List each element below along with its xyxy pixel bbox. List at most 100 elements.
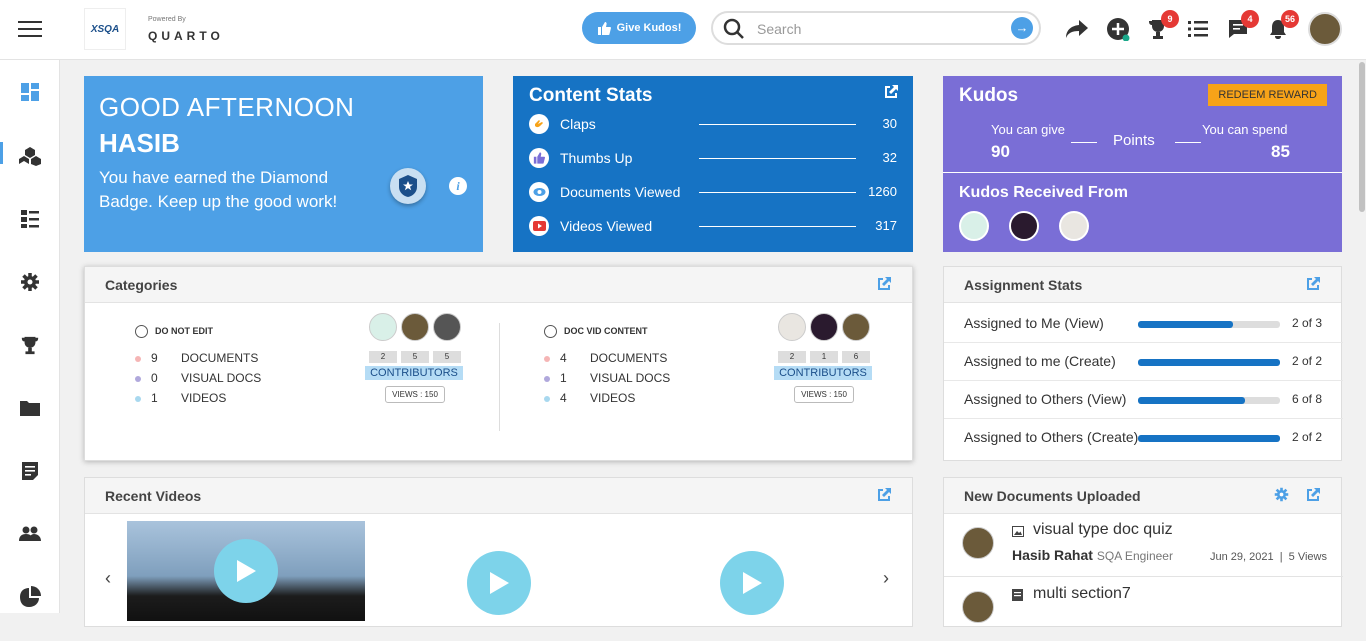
list-icon[interactable]: [18, 207, 42, 231]
gear-icon[interactable]: [18, 270, 42, 294]
trophy-icon[interactable]: [18, 333, 42, 357]
scrollbar-thumb[interactable]: [1359, 62, 1365, 212]
kudos-sender-avatar[interactable]: [1009, 211, 1039, 241]
categories-header: Categories: [85, 267, 912, 303]
search-input[interactable]: [757, 19, 997, 39]
contributor-avatar[interactable]: [778, 313, 806, 341]
assignment-row[interactable]: Assigned to me (Create) 2 of 2: [964, 351, 1324, 371]
recent-videos-card: Recent Videos ‹ ›: [84, 477, 913, 627]
search-submit-button[interactable]: →: [1011, 17, 1033, 39]
document-meta: Jun 29, 2021 | 5 Views: [1209, 551, 1327, 563]
badge-message: You have earned the Diamond Badge. Keep …: [99, 168, 338, 211]
cubes-icon[interactable]: [18, 144, 42, 168]
row-divider: [944, 380, 1343, 381]
recent-videos-title: Recent Videos: [105, 488, 202, 504]
document-date: Jun 29, 2021: [1209, 551, 1274, 563]
add-icon[interactable]: [1105, 16, 1131, 42]
give-label: You can give: [991, 122, 1065, 137]
document-list-item[interactable]: visual type doc quiz Hasib Rahat SQA Engi…: [944, 515, 1343, 577]
settings-icon[interactable]: [1274, 487, 1289, 507]
document-title[interactable]: visual type doc quiz: [1033, 521, 1173, 539]
category-item[interactable]: DOC VID CONTENT 4 DOCUMENTS 1 VISUAL DOCS …: [538, 313, 918, 433]
author-avatar[interactable]: [962, 591, 994, 623]
share-icon[interactable]: [1064, 16, 1090, 42]
page-scrollbar[interactable]: [1358, 60, 1366, 613]
video-thumbnail[interactable]: [127, 521, 365, 621]
kudos-sender-avatar[interactable]: [959, 211, 989, 241]
document-author: Hasib Rahat SQA Engineer: [1012, 547, 1173, 563]
task-list-icon[interactable]: [1185, 16, 1211, 42]
videos-label: VIDEOS: [181, 391, 227, 405]
messages-icon[interactable]: 4: [1225, 10, 1259, 42]
contributor-avatar[interactable]: [369, 313, 397, 341]
stat-value: 32: [882, 150, 897, 165]
play-icon[interactable]: [467, 551, 531, 615]
category-documents-row: 9 DOCUMENTS: [135, 351, 258, 365]
stat-label: Documents Viewed: [560, 184, 681, 200]
sidebar-active-indicator: [0, 142, 3, 164]
pie-chart-icon[interactable]: [18, 585, 42, 609]
row-divider: [944, 342, 1343, 343]
carousel-prev-icon[interactable]: ‹: [105, 568, 111, 589]
give-kudos-button[interactable]: Give Kudos!: [582, 12, 696, 44]
diamond-badge-icon[interactable]: [390, 168, 426, 204]
external-link-icon[interactable]: [1305, 487, 1321, 508]
contributor-avatar[interactable]: [810, 313, 838, 341]
carousel-next-icon[interactable]: ›: [883, 568, 889, 589]
author-avatar[interactable]: [962, 527, 994, 559]
assignment-progress-fill: [1138, 435, 1280, 442]
kudos-sender-avatar[interactable]: [1059, 211, 1089, 241]
stat-label: Videos Viewed: [560, 218, 653, 234]
external-link-icon[interactable]: [876, 276, 892, 297]
video-icon: [529, 216, 549, 236]
author-name: Hasib Rahat: [1012, 547, 1093, 563]
views-badge: VIEWS : 150: [385, 386, 445, 403]
external-link-icon[interactable]: [1305, 276, 1321, 297]
greeting-card: GOOD AFTERNOON HASIB You have earned the…: [84, 76, 483, 252]
assignment-stats-header: Assignment Stats: [944, 267, 1341, 303]
category-videos-row: 1 VIDEOS: [135, 391, 226, 405]
redeem-reward-button[interactable]: REDEEM REWARD: [1208, 84, 1327, 106]
play-icon[interactable]: [214, 539, 278, 603]
logo-text: XSQA: [90, 23, 120, 35]
assignment-progress-bar: [1138, 359, 1280, 366]
documents-count: 4: [560, 351, 567, 365]
row-divider: [944, 418, 1343, 419]
documents-count: 9: [151, 351, 158, 365]
contributor-avatar[interactable]: [842, 313, 870, 341]
categories-title: Categories: [105, 277, 178, 293]
powered-by-text: Powered By: [148, 16, 186, 23]
spend-value: 85: [1271, 142, 1290, 161]
stat-row-claps: Claps 30: [529, 114, 899, 134]
notifications-icon[interactable]: 56: [1265, 10, 1299, 42]
new-documents-title: New Documents Uploaded: [964, 488, 1141, 504]
points-divider: [1175, 142, 1201, 143]
contributor-avatar[interactable]: [433, 313, 461, 341]
contributor-count: 1: [810, 351, 838, 363]
views-badge: VIEWS : 150: [794, 386, 854, 403]
contributor-avatar[interactable]: [401, 313, 429, 341]
info-icon[interactable]: i: [449, 177, 467, 195]
stat-row-thumbs-up: Thumbs Up 32: [529, 148, 899, 168]
document-list-item[interactable]: multi section7: [944, 579, 1343, 641]
users-icon[interactable]: [18, 522, 42, 546]
contributors-block: 255 CONTRIBUTORS VIEWS : 150: [365, 313, 465, 403]
play-icon[interactable]: [720, 551, 784, 615]
document-icon[interactable]: [18, 459, 42, 483]
folder-icon[interactable]: [18, 396, 42, 420]
external-link-icon[interactable]: [883, 84, 899, 105]
external-link-icon[interactable]: [876, 487, 892, 508]
trophy-icon[interactable]: 9: [1145, 10, 1179, 42]
dashboard-icon[interactable]: [18, 80, 42, 104]
assignment-row[interactable]: Assigned to Others (Create) 2 of 2: [964, 427, 1324, 447]
company-logo[interactable]: XSQA: [84, 8, 126, 50]
visual-docs-label: VISUAL DOCS: [590, 371, 671, 385]
points-divider: [1071, 142, 1097, 143]
document-title[interactable]: multi section7: [1033, 585, 1131, 603]
assignment-row[interactable]: Assigned to Others (View) 6 of 8: [964, 389, 1324, 409]
category-item[interactable]: DO NOT EDIT 9 DOCUMENTS 0 VISUAL DOCS 1 VID…: [129, 313, 509, 433]
user-avatar[interactable]: [1308, 12, 1342, 46]
assignment-row[interactable]: Assigned to Me (View) 2 of 3: [964, 313, 1324, 333]
contributor-count: 5: [433, 351, 461, 363]
menu-icon[interactable]: [18, 21, 42, 39]
